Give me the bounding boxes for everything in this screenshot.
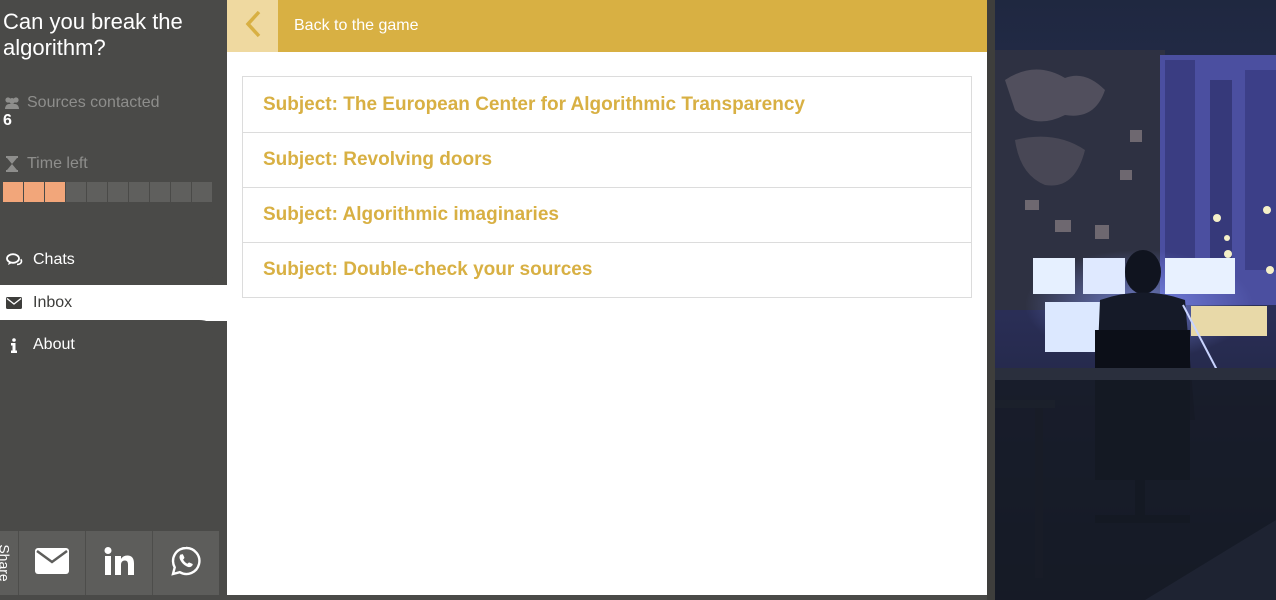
background-illustration xyxy=(995,0,1276,600)
time-left-segment xyxy=(108,182,128,202)
top-bar: Back to the game xyxy=(227,0,987,52)
share-linkedin-button[interactable] xyxy=(85,531,152,595)
inbox-message[interactable]: Subject: Revolving doors xyxy=(243,132,971,187)
main-panel: Back to the game Subject: The European C… xyxy=(227,0,987,595)
time-left-label: Time left xyxy=(3,155,88,173)
share-email-button[interactable] xyxy=(18,531,85,595)
time-left-segment xyxy=(66,182,86,202)
panel-divider xyxy=(987,0,995,600)
time-left-segment xyxy=(87,182,107,202)
time-left-segment xyxy=(171,182,191,202)
time-left-segment xyxy=(192,182,212,202)
inbox-message[interactable]: Subject: Double-check your sources xyxy=(243,242,971,297)
nav-item-chats[interactable]: Chats xyxy=(0,238,227,281)
time-left-segment xyxy=(24,182,44,202)
share-label-text: Share xyxy=(0,544,13,582)
inbox-message[interactable]: Subject: The European Center for Algorit… xyxy=(243,77,971,132)
nav-item-inbox[interactable]: Inbox xyxy=(0,285,227,321)
time-left-segment xyxy=(129,182,149,202)
users-icon xyxy=(3,94,21,112)
back-button[interactable] xyxy=(227,0,278,52)
chat-icon xyxy=(5,252,23,267)
app-title: Can you break the algorithm? xyxy=(3,9,183,60)
whatsapp-icon xyxy=(171,546,201,581)
sources-contacted-value: 6 xyxy=(3,112,12,129)
chevron-left-icon xyxy=(245,10,261,43)
nav-inbox-label: Inbox xyxy=(33,294,73,311)
sidebar: Can you break the algorithm? Sources con… xyxy=(0,0,227,600)
nav-chats-label: Chats xyxy=(33,250,75,268)
time-left-segment xyxy=(3,182,23,202)
sources-contacted-label: Sources contacted xyxy=(3,94,160,112)
info-icon xyxy=(5,337,23,353)
time-left-bar xyxy=(3,182,212,202)
inbox-message[interactable]: Subject: Algorithmic imaginaries xyxy=(243,187,971,242)
nav-item-about[interactable]: About xyxy=(0,320,227,370)
time-label-text: Time left xyxy=(27,155,88,172)
sources-label-text: Sources contacted xyxy=(27,94,160,111)
email-icon xyxy=(35,547,69,579)
envelope-icon xyxy=(5,297,23,309)
share-bar: Share xyxy=(0,531,219,595)
linkedin-icon xyxy=(104,546,134,580)
share-label: Share xyxy=(0,531,18,595)
time-left-segment xyxy=(45,182,65,202)
time-left-segment xyxy=(150,182,170,202)
hourglass-icon xyxy=(3,155,21,173)
inbox-message-list: Subject: The European Center for Algorit… xyxy=(242,76,972,298)
nav-about-label: About xyxy=(33,336,75,353)
share-whatsapp-button[interactable] xyxy=(152,531,219,595)
back-to-game-link[interactable]: Back to the game xyxy=(294,17,419,35)
